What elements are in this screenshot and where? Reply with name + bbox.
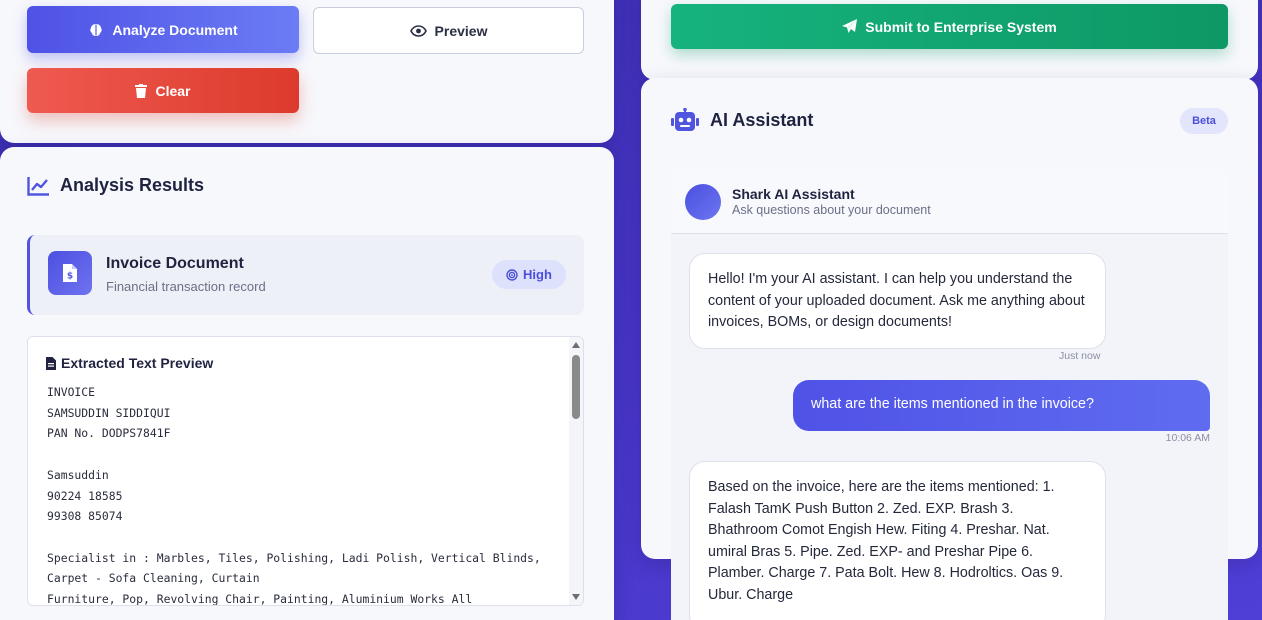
- scroll-down-arrow-icon[interactable]: [572, 594, 580, 600]
- invoice-icon: $: [48, 251, 92, 295]
- bot-message: Based on the invoice, here are the items…: [689, 461, 1106, 620]
- analysis-results-title: Analysis Results: [60, 175, 205, 195]
- preview-label: Preview: [434, 22, 488, 39]
- analysis-results-card: Analysis Results $ Invoice Document Fina…: [0, 147, 614, 620]
- analyze-document-button[interactable]: Analyze Document: [27, 6, 299, 53]
- robot-icon: [671, 108, 699, 131]
- trash-icon: [135, 83, 148, 98]
- brain-icon: [90, 23, 103, 36]
- chat-panel: Shark AI Assistant Ask questions about y…: [671, 169, 1228, 620]
- preview-button[interactable]: Preview: [313, 7, 584, 54]
- clear-button[interactable]: Clear: [27, 68, 299, 113]
- scroll-up-arrow-icon[interactable]: [572, 342, 580, 348]
- document-type-title: Invoice Document: [106, 255, 244, 272]
- file-text-icon: [46, 356, 56, 370]
- paper-plane-icon: [842, 19, 858, 33]
- user-message: what are the items mentioned in the invo…: [793, 380, 1210, 431]
- preview-title: Extracted Text Preview: [61, 355, 214, 371]
- clear-label: Clear: [155, 82, 191, 99]
- message-timestamp: 10:06 AM: [1165, 432, 1210, 444]
- confidence-label: High: [523, 267, 552, 282]
- submit-card: Submit to Enterprise System: [641, 0, 1258, 80]
- actions-card: Analyze Document Preview Clear: [0, 0, 614, 143]
- target-icon: [506, 268, 518, 281]
- message-timestamp: Just now: [1059, 350, 1101, 362]
- confidence-badge: High: [492, 260, 566, 289]
- document-type-description: Financial transaction record: [106, 279, 266, 294]
- eye-icon: [409, 24, 427, 37]
- analysis-results-heading: Analysis Results: [27, 175, 204, 196]
- scrollbar-thumb[interactable]: [572, 355, 580, 419]
- chart-line-icon: [27, 176, 49, 196]
- ai-assistant-title: AI Assistant: [710, 109, 814, 130]
- ai-assistant-header: AI Assistant: [671, 108, 813, 132]
- assistant-subtitle: Ask questions about your document: [732, 203, 931, 217]
- submit-enterprise-label: Submit to Enterprise System: [865, 18, 1057, 35]
- svg-text:$: $: [67, 272, 73, 282]
- assistant-name: Shark AI Assistant: [732, 186, 855, 202]
- submit-enterprise-button[interactable]: Submit to Enterprise System: [671, 4, 1228, 49]
- analyze-document-label: Analyze Document: [112, 21, 238, 38]
- bot-message: Hello! I'm your AI assistant. I can help…: [689, 253, 1106, 349]
- extracted-text-preview[interactable]: Extracted Text Preview INVOICE SAMSUDDIN…: [27, 336, 584, 606]
- preview-heading: Extracted Text Preview: [46, 355, 213, 371]
- beta-badge: Beta: [1180, 108, 1228, 134]
- assistant-avatar: [685, 184, 721, 220]
- document-type-card: $ Invoice Document Financial transaction…: [27, 235, 584, 315]
- chat-header: Shark AI Assistant Ask questions about y…: [671, 169, 1228, 234]
- preview-scrollbar[interactable]: [569, 337, 583, 605]
- extracted-text-content: INVOICE SAMSUDDIN SIDDIQUI PAN No. DODPS…: [47, 385, 541, 606]
- ai-assistant-card: AI Assistant Beta Shark AI Assistant Ask…: [641, 78, 1258, 620]
